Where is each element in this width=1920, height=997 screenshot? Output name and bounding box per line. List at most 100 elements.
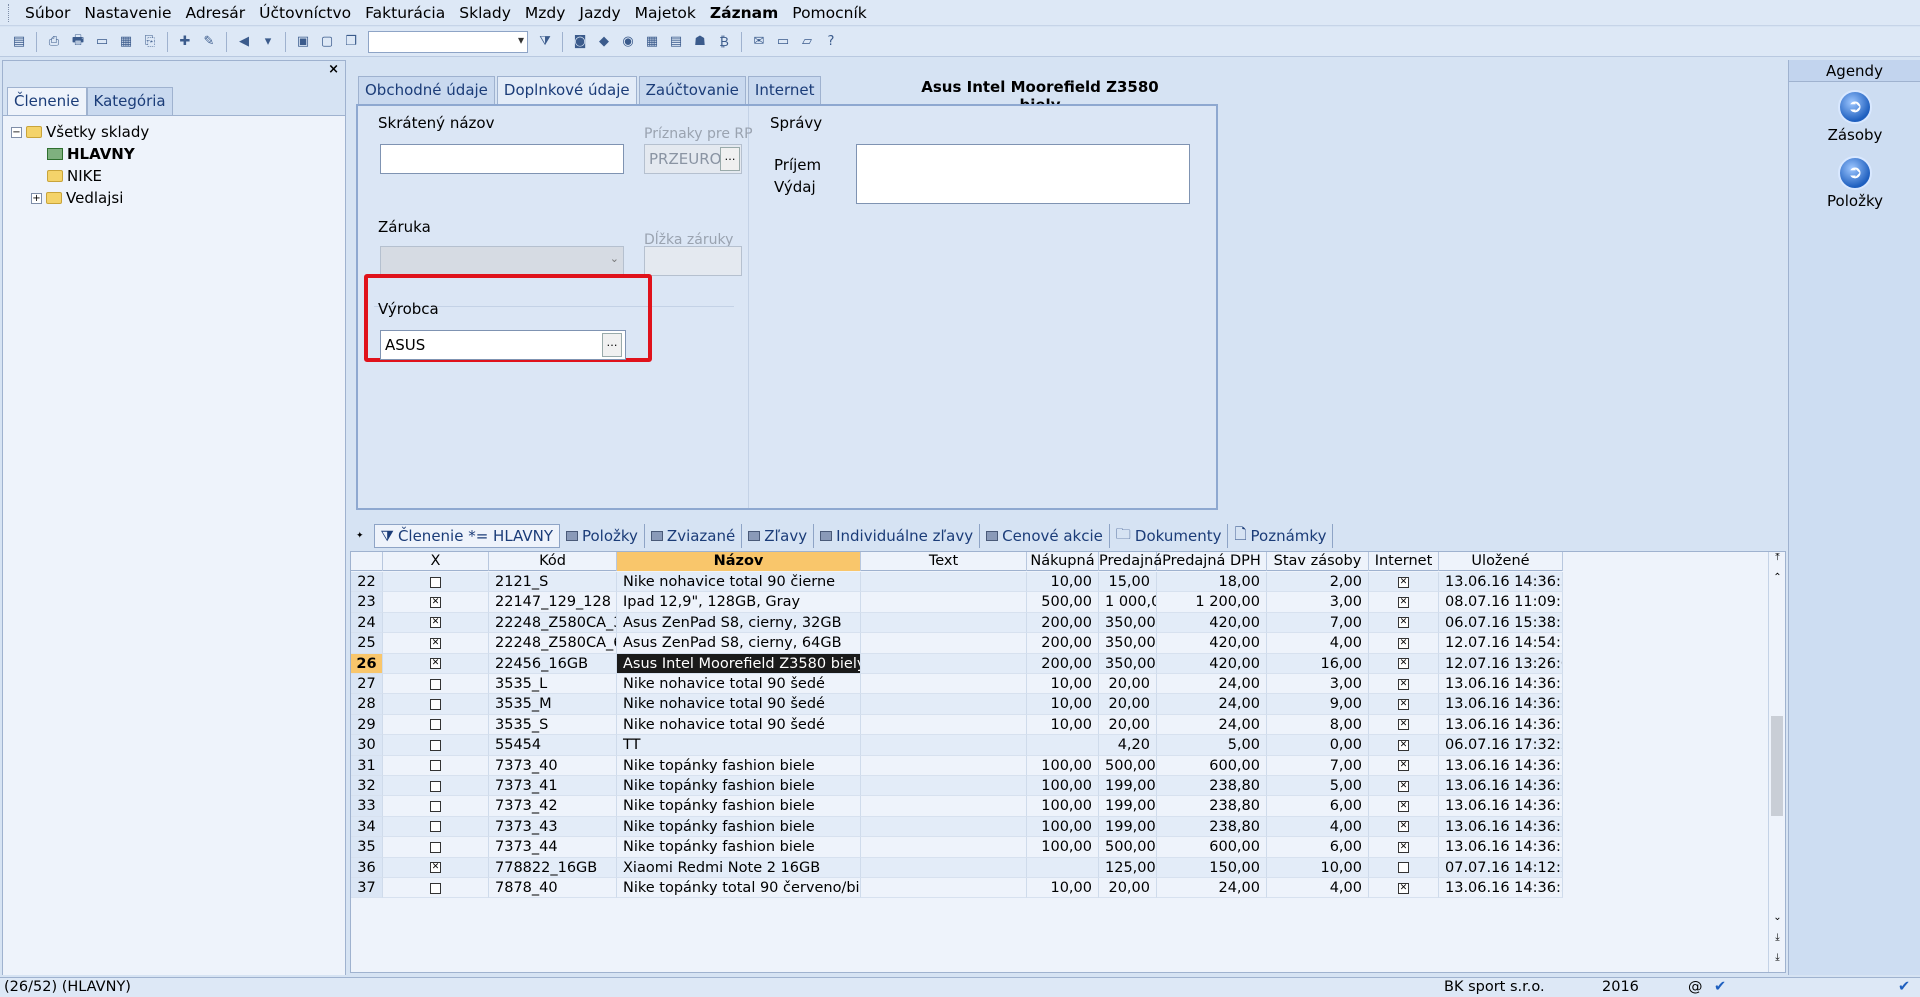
menu-fakturacia[interactable]: Fakturácia xyxy=(358,4,452,22)
internet-checkbox[interactable]: ✕ xyxy=(1369,735,1439,756)
edit-record-icon[interactable]: ✎ xyxy=(198,31,220,53)
checked-icon[interactable]: ✕ xyxy=(430,658,441,670)
kod-header[interactable]: Kód xyxy=(489,552,617,571)
internet-checkbox[interactable]: ✕ xyxy=(1369,653,1439,674)
export-icon[interactable]: ▦ xyxy=(115,31,137,53)
x-checkbox[interactable]: ✕ xyxy=(383,857,489,878)
unchecked-icon[interactable] xyxy=(430,821,441,833)
checked-icon[interactable]: ✕ xyxy=(430,617,441,629)
x-checkbox[interactable]: ✕ xyxy=(383,653,489,674)
unchecked-icon[interactable] xyxy=(430,678,441,690)
close-panel-icon[interactable]: × xyxy=(328,62,339,77)
menu-mzdy[interactable]: Mzdy xyxy=(518,4,573,22)
table-row[interactable]: 31 7373_40 Nike topánky fashion biele 100,0… xyxy=(351,755,1563,776)
x-checkbox[interactable] xyxy=(383,735,489,756)
tab-zlavy[interactable]: Zľavy xyxy=(742,524,815,548)
agenda-item-zasoby[interactable]: ➲ Zásoby xyxy=(1789,90,1920,144)
tab-cenove-akcie[interactable]: Cenové akcie xyxy=(980,524,1110,548)
predajna-dph-header[interactable]: Predajná DPH xyxy=(1157,552,1267,571)
table-row[interactable]: 29 3535_S Nike nohavice total 90 šedé 10,00… xyxy=(351,714,1563,736)
scroll-page-down-icon[interactable]: ⤓ xyxy=(1769,932,1785,943)
checked-icon[interactable]: ✕ xyxy=(1398,739,1409,751)
internet-checkbox[interactable]: ✕ xyxy=(1369,633,1439,654)
window-icon[interactable]: ▭ xyxy=(772,31,794,53)
vertical-scrollbar[interactable]: ⤒ ⌃ ⌄ ⤓ ⤓ xyxy=(1768,552,1785,972)
checked-icon[interactable]: ✕ xyxy=(1398,841,1409,853)
table-row[interactable]: 23 ✕ 22147_129_128 Ipad 12,9", 128GB, Gray 5… xyxy=(351,592,1563,613)
print-icon[interactable]: 🖶 xyxy=(67,31,89,53)
stav-zasoby-header[interactable]: Stav zásoby xyxy=(1267,552,1369,571)
at-icon[interactable]: @ xyxy=(1688,979,1703,995)
tab-individualne-zlavy[interactable]: Individuálne zľavy xyxy=(814,524,981,548)
internet-checkbox[interactable] xyxy=(1369,857,1439,878)
table-row[interactable]: 24 ✕ 22248_Z580CA_3 Asus ZenPad S8, cierny,… xyxy=(351,612,1563,634)
table-row[interactable]: 37 7878_40 Nike topánky total 90 červeno/b… xyxy=(351,878,1563,899)
chat-icon[interactable]: ▱ xyxy=(796,31,818,53)
checked-icon[interactable]: ✕ xyxy=(1398,637,1409,649)
checked-icon[interactable]: ✕ xyxy=(1398,617,1409,629)
calculator-icon[interactable]: ▤ xyxy=(665,31,687,53)
cancel-icon[interactable]: ▢ xyxy=(316,31,338,53)
message-icon[interactable]: ✉ xyxy=(748,31,770,53)
x-checkbox[interactable] xyxy=(383,776,489,797)
x-checkbox[interactable]: ✕ xyxy=(383,633,489,654)
print-dropdown-icon[interactable]: ⎘ xyxy=(139,31,161,53)
x-checkbox[interactable] xyxy=(383,714,489,736)
tab-poznamky[interactable]: 🗋 Poznámky xyxy=(1228,524,1334,548)
menu-jazdy[interactable]: Jazdy xyxy=(572,4,627,22)
menu-adresar[interactable]: Adresár xyxy=(178,4,252,22)
checked-icon[interactable]: ✕ xyxy=(1398,780,1409,792)
table-row[interactable]: 27 3535_L Nike nohavice total 90 šedé 10,00… xyxy=(351,674,1563,695)
row-num-header[interactable] xyxy=(351,552,383,571)
unchecked-icon[interactable] xyxy=(430,841,441,853)
checked-icon[interactable]: ✕ xyxy=(1398,658,1409,670)
sync-check-icon[interactable]: ✔ xyxy=(1898,979,1910,995)
tab-dokumenty[interactable]: 🗀 Dokumenty xyxy=(1110,524,1229,548)
check-icon[interactable]: ✔ xyxy=(1714,979,1726,995)
tab-clenenie-filter[interactable]: ⧩ Členenie *= HLAVNY xyxy=(373,524,560,548)
checked-icon[interactable]: ✕ xyxy=(1398,698,1409,710)
copy-icon[interactable]: ❐ xyxy=(340,31,362,53)
checked-icon[interactable]: ✕ xyxy=(1398,882,1409,894)
save-icon[interactable]: ▣ xyxy=(292,31,314,53)
manufacturer-ellipsis-button[interactable]: … xyxy=(602,333,622,357)
messages-textarea[interactable] xyxy=(856,144,1190,204)
back-arrow-icon[interactable]: ◀ xyxy=(233,31,255,53)
unchecked-icon[interactable] xyxy=(1398,862,1409,874)
internet-checkbox[interactable]: ✕ xyxy=(1369,674,1439,695)
tree-node-all[interactable]: − Všetky sklady xyxy=(11,122,149,142)
x-checkbox[interactable] xyxy=(383,755,489,776)
checked-icon[interactable]: ✕ xyxy=(1398,800,1409,812)
warranty-length-input[interactable] xyxy=(644,246,742,276)
unchecked-icon[interactable] xyxy=(430,719,441,731)
quick-filter-combo[interactable] xyxy=(368,30,528,53)
x-checkbox[interactable]: ✕ xyxy=(383,612,489,634)
expand-icon[interactable]: + xyxy=(31,192,42,204)
tab-doplnkove-udaje[interactable]: Doplnkové údaje xyxy=(496,76,637,104)
flags-ellipsis-button[interactable]: … xyxy=(720,147,740,171)
table-row[interactable]: 30 55454TT 4,205,000,00 ✕ 06.07.16 17:32:26 xyxy=(351,735,1563,756)
menu-zaznam[interactable]: Záznam xyxy=(703,4,785,22)
internet-checkbox[interactable]: ✕ xyxy=(1369,755,1439,776)
tab-obchodne-udaje[interactable]: Obchodné údaje xyxy=(358,76,495,104)
checked-icon[interactable]: ✕ xyxy=(1398,821,1409,833)
checked-icon[interactable]: ✕ xyxy=(1398,760,1409,772)
iban-icon[interactable]: ₿ xyxy=(713,31,735,53)
unchecked-icon[interactable] xyxy=(430,698,441,710)
table-row[interactable]: 28 3535_M Nike nohavice total 90 šedé 10,00… xyxy=(351,694,1563,715)
x-checkbox[interactable] xyxy=(383,837,489,858)
checked-icon[interactable]: ✕ xyxy=(1398,719,1409,731)
help-icon[interactable]: ? xyxy=(820,31,842,53)
green-diamond-icon[interactable]: ◆ xyxy=(593,31,615,53)
internet-header[interactable]: Internet xyxy=(1369,552,1439,571)
table-row[interactable]: 36 ✕ 778822_16GB Xiaomi Redmi Note 2 16GB 12… xyxy=(351,857,1563,878)
menu-nastavenie[interactable]: Nastavenie xyxy=(77,4,178,22)
internet-checkbox[interactable]: ✕ xyxy=(1369,796,1439,817)
tree-node-vedlajsi[interactable]: + Vedlajsi xyxy=(31,188,123,208)
x-checkbox[interactable] xyxy=(383,796,489,817)
nakupna-header[interactable]: Nákupná xyxy=(1027,552,1099,571)
tab-clenenie[interactable]: Členenie xyxy=(7,87,87,115)
collapse-icon[interactable]: − xyxy=(11,126,22,138)
unchecked-icon[interactable] xyxy=(430,739,441,751)
scroll-top-icon[interactable]: ⤒ xyxy=(1769,552,1785,563)
